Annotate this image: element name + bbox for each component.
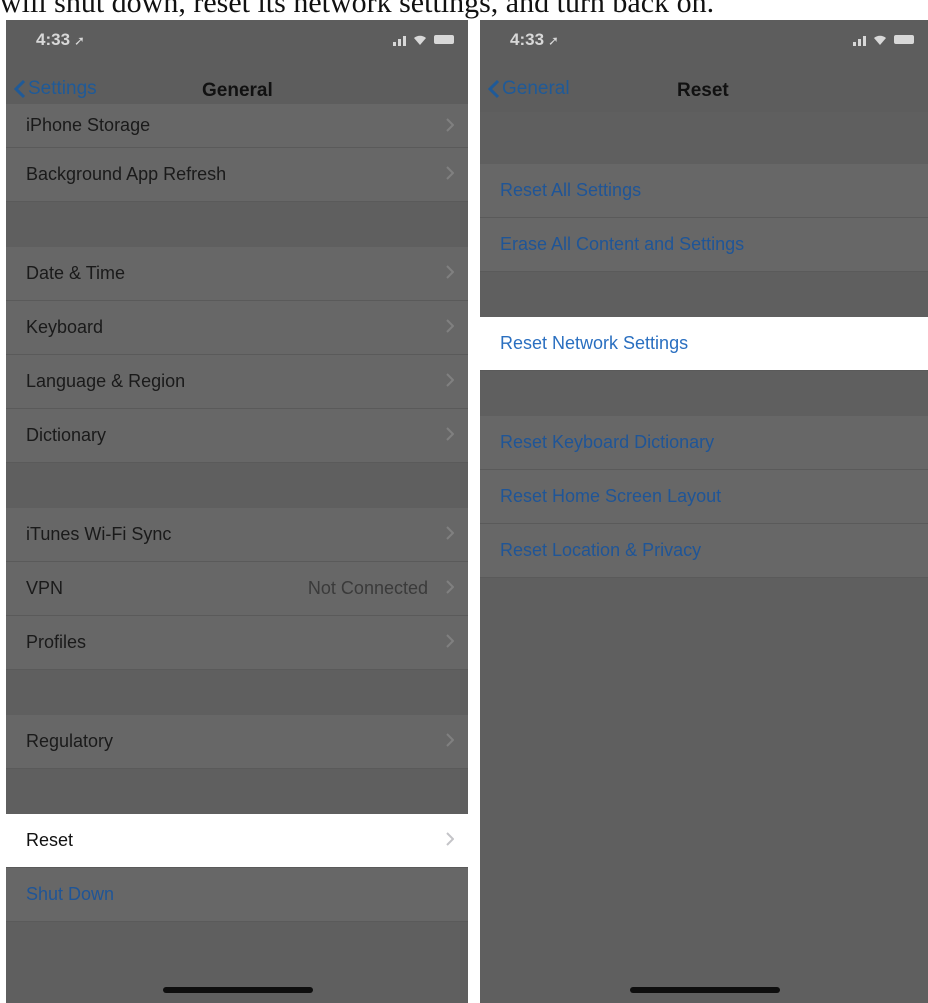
row-reset-keyboard-dictionary[interactable]: Reset Keyboard Dictionary [480, 416, 928, 470]
chevron-right-icon [446, 832, 454, 846]
section-gap [480, 112, 928, 164]
row-language-region[interactable]: Language & Region [6, 355, 468, 409]
row-label: Shut Down [26, 884, 115, 904]
signal-icon [393, 34, 406, 46]
chevron-right-icon [446, 526, 454, 540]
row-label: Date & Time [26, 263, 126, 283]
reset-screen: 4:33 ➚ General Reset Reset All Settings E… [480, 20, 928, 1003]
row-erase-all-content[interactable]: Erase All Content and Settings [480, 218, 928, 272]
row-label: Reset Location & Privacy [500, 540, 702, 560]
status-bar: 4:33 ➚ [480, 20, 928, 68]
status-icons [393, 32, 454, 46]
status-time: 4:33 ➚ [36, 30, 85, 50]
battery-icon [434, 35, 454, 44]
section-gap [6, 202, 468, 247]
chevron-right-icon [446, 265, 454, 279]
row-reset[interactable]: Reset [6, 814, 468, 868]
chevron-right-icon [446, 580, 454, 594]
chevron-right-icon [446, 118, 454, 132]
row-label: Reset Network Settings [500, 333, 689, 353]
battery-icon [894, 35, 914, 44]
row-profiles[interactable]: Profiles [6, 616, 468, 670]
row-label: Background App Refresh [26, 164, 227, 184]
row-keyboard[interactable]: Keyboard [6, 301, 468, 355]
back-button-general[interactable]: General [488, 78, 570, 100]
back-label: General [502, 78, 570, 99]
row-label: Regulatory [26, 731, 114, 751]
general-list: iPhone Storage Background App Refresh Da… [6, 104, 468, 922]
navigation-bar: General Reset [480, 68, 928, 112]
reset-list: Reset All Settings Erase All Content and… [480, 112, 928, 578]
row-itunes-wifi-sync[interactable]: iTunes Wi-Fi Sync [6, 508, 468, 562]
wifi-icon [874, 35, 886, 45]
row-iphone-storage[interactable]: iPhone Storage [6, 104, 468, 148]
row-regulatory[interactable]: Regulatory [6, 715, 468, 769]
row-reset-home-screen[interactable]: Reset Home Screen Layout [480, 470, 928, 524]
row-shut-down[interactable]: Shut Down [6, 868, 468, 922]
row-reset-location-privacy[interactable]: Reset Location & Privacy [480, 524, 928, 578]
location-arrow-icon: ➚ [74, 33, 85, 48]
chevron-right-icon [446, 373, 454, 387]
row-label: Reset [26, 830, 74, 850]
chevron-right-icon [446, 427, 454, 441]
location-arrow-icon: ➚ [548, 33, 559, 48]
signal-icon [853, 34, 866, 46]
time-label: 4:33 [510, 30, 545, 49]
row-vpn[interactable]: VPN Not Connected [6, 562, 468, 616]
row-label: VPN [26, 578, 64, 598]
home-indicator[interactable] [630, 987, 780, 993]
page-title: Reset [677, 80, 729, 101]
row-reset-all-settings[interactable]: Reset All Settings [480, 164, 928, 218]
row-label: Reset Keyboard Dictionary [500, 432, 715, 452]
row-label: Keyboard [26, 317, 104, 337]
row-date-time[interactable]: Date & Time [6, 247, 468, 301]
chevron-left-icon [488, 79, 500, 99]
time-label: 4:33 [36, 30, 71, 49]
row-label: Reset All Settings [500, 180, 642, 200]
chevron-right-icon [446, 319, 454, 333]
section-gap [6, 670, 468, 715]
row-label: Reset Home Screen Layout [500, 486, 722, 506]
section-gap [6, 463, 468, 508]
row-label: Profiles [26, 632, 87, 652]
home-indicator[interactable] [163, 987, 313, 993]
vpn-status: Not Connected [307, 578, 428, 598]
chevron-right-icon [446, 733, 454, 747]
row-label: iPhone Storage [26, 115, 151, 135]
status-bar: 4:33 ➚ [6, 20, 468, 68]
general-screen: 4:33 ➚ Settings General iPhone Storage Ba… [6, 20, 468, 1003]
row-label: Language & Region [26, 371, 186, 391]
row-reset-network-settings[interactable]: Reset Network Settings [480, 317, 928, 371]
row-label: iTunes Wi-Fi Sync [26, 524, 172, 544]
row-label: Erase All Content and Settings [500, 234, 745, 254]
chevron-right-icon [446, 166, 454, 180]
row-label: Dictionary [26, 425, 107, 445]
status-time: 4:33 ➚ [510, 30, 559, 50]
status-icons [853, 32, 914, 46]
row-dictionary[interactable]: Dictionary [6, 409, 468, 463]
caption-text: will shut down, reset its network settin… [0, 0, 715, 19]
page-title: General [202, 80, 273, 101]
chevron-left-icon [14, 79, 26, 99]
chevron-right-icon [446, 634, 454, 648]
section-gap [480, 272, 928, 317]
back-button-settings[interactable]: Settings [14, 78, 97, 100]
wifi-icon [414, 35, 426, 45]
section-gap [480, 371, 928, 416]
back-label: Settings [28, 78, 97, 99]
section-gap [6, 769, 468, 814]
row-background-app-refresh[interactable]: Background App Refresh [6, 148, 468, 202]
